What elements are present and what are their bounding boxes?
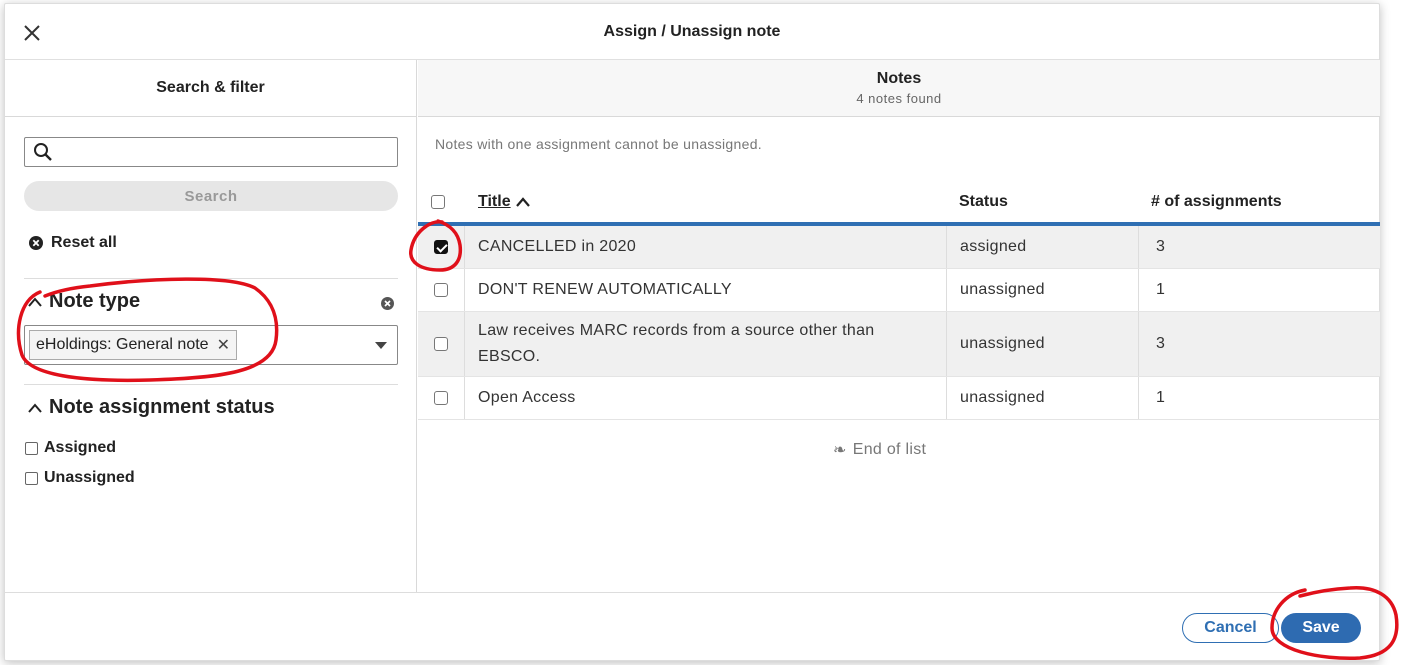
note-title: DON'T RENEW AUTOMATICALLY bbox=[478, 281, 732, 298]
notes-pane: Notes 4 notes found Notes with one assig… bbox=[418, 60, 1380, 592]
row-checkbox-cell bbox=[418, 377, 465, 419]
divider bbox=[24, 384, 398, 385]
search-icon bbox=[34, 143, 52, 161]
assignment-notice: Notes with one assignment cannot be unas… bbox=[435, 136, 762, 152]
end-of-list-label: End of list bbox=[852, 441, 927, 458]
table-row[interactable]: Law receives MARC records from a source … bbox=[418, 312, 1380, 377]
search-field[interactable] bbox=[24, 137, 398, 167]
notes-title: Notes bbox=[876, 70, 922, 87]
table-row[interactable]: Open Access unassigned 1 bbox=[418, 377, 1380, 420]
chevron-up-icon bbox=[28, 296, 42, 307]
assigned-checkbox[interactable] bbox=[25, 441, 38, 455]
assigned-checkbox-row[interactable]: Assigned bbox=[25, 439, 116, 457]
modal-footer: Cancel Save bbox=[5, 592, 1379, 662]
note-status: unassigned bbox=[946, 312, 1045, 376]
table-row[interactable]: CANCELLED in 2020 assigned 3 bbox=[418, 226, 1380, 269]
selected-tag-label: eHoldings: General note bbox=[36, 336, 209, 353]
note-type-multiselect[interactable]: eHoldings: General note ✕ bbox=[24, 325, 398, 365]
unassigned-checkbox-row[interactable]: Unassigned bbox=[25, 469, 135, 487]
assign-note-modal: Assign / Unassign note Search & filter S… bbox=[4, 3, 1380, 661]
save-button[interactable]: Save bbox=[1281, 613, 1361, 643]
row-checkbox[interactable] bbox=[434, 391, 448, 405]
unassigned-label: Unassigned bbox=[44, 469, 135, 486]
note-status: unassigned bbox=[946, 377, 1045, 419]
clear-circle-icon bbox=[29, 236, 43, 250]
chevron-up-icon bbox=[28, 402, 42, 413]
dropdown-arrow-icon[interactable] bbox=[375, 342, 387, 349]
status-column-header: Status bbox=[959, 193, 1008, 210]
reset-all-label: Reset all bbox=[51, 234, 117, 251]
cancel-button[interactable]: Cancel bbox=[1182, 613, 1279, 643]
remove-tag-icon[interactable]: ✕ bbox=[217, 335, 230, 355]
note-assignments: 3 bbox=[1138, 226, 1165, 268]
row-checkbox[interactable] bbox=[434, 240, 448, 254]
unassigned-checkbox[interactable] bbox=[25, 471, 38, 485]
note-title: Law receives MARC records from a source … bbox=[478, 322, 875, 365]
row-checkbox[interactable] bbox=[434, 337, 448, 351]
sort-ascending-icon bbox=[515, 197, 530, 207]
note-type-filter-toggle[interactable]: Note type bbox=[27, 290, 140, 313]
notes-count: 4 notes found bbox=[856, 91, 942, 106]
end-of-list: ❧ End of list bbox=[833, 440, 926, 460]
modal-title: Assign / Unassign note bbox=[603, 22, 781, 40]
assignment-status-filter-toggle[interactable]: Note assignment status bbox=[27, 396, 275, 419]
close-icon[interactable] bbox=[19, 20, 45, 46]
search-filter-title: Search & filter bbox=[5, 60, 416, 117]
note-title: Open Access bbox=[478, 389, 576, 406]
assigned-label: Assigned bbox=[44, 439, 117, 456]
search-button[interactable]: Search bbox=[24, 181, 398, 211]
row-checkbox-cell bbox=[418, 226, 465, 268]
row-checkbox-cell bbox=[418, 312, 465, 376]
note-assignments: 1 bbox=[1138, 377, 1165, 419]
select-all-checkbox[interactable] bbox=[431, 195, 445, 209]
selected-tag: eHoldings: General note ✕ bbox=[29, 330, 237, 360]
search-input[interactable] bbox=[59, 139, 397, 165]
notes-header: Notes 4 notes found bbox=[418, 60, 1380, 117]
note-status: unassigned bbox=[946, 269, 1045, 311]
note-assignments: 1 bbox=[1138, 269, 1165, 311]
row-checkbox[interactable] bbox=[434, 283, 448, 297]
note-status: assigned bbox=[946, 226, 1026, 268]
assignments-column-header: # of assignments bbox=[1151, 193, 1282, 210]
note-type-filter-label: Note type bbox=[49, 290, 141, 312]
fleuron-icon: ❧ bbox=[833, 442, 847, 459]
title-column-header[interactable]: Title bbox=[478, 193, 531, 211]
note-title: CANCELLED in 2020 bbox=[478, 238, 637, 255]
assignment-status-filter-label: Note assignment status bbox=[49, 396, 275, 418]
divider bbox=[24, 278, 398, 279]
clear-note-type-icon[interactable] bbox=[381, 297, 394, 315]
note-assignments: 3 bbox=[1138, 312, 1165, 376]
notes-table: Title Status # of assignments CANCELLED … bbox=[418, 178, 1380, 420]
search-filter-pane: Search & filter Search Reset all Note ty… bbox=[5, 60, 417, 592]
table-header: Title Status # of assignments bbox=[418, 178, 1380, 226]
title-column-label: Title bbox=[478, 193, 511, 210]
reset-all-button[interactable]: Reset all bbox=[29, 234, 117, 252]
modal-header: Assign / Unassign note bbox=[5, 4, 1379, 60]
row-checkbox-cell bbox=[418, 269, 465, 311]
table-row[interactable]: DON'T RENEW AUTOMATICALLY unassigned 1 bbox=[418, 269, 1380, 312]
